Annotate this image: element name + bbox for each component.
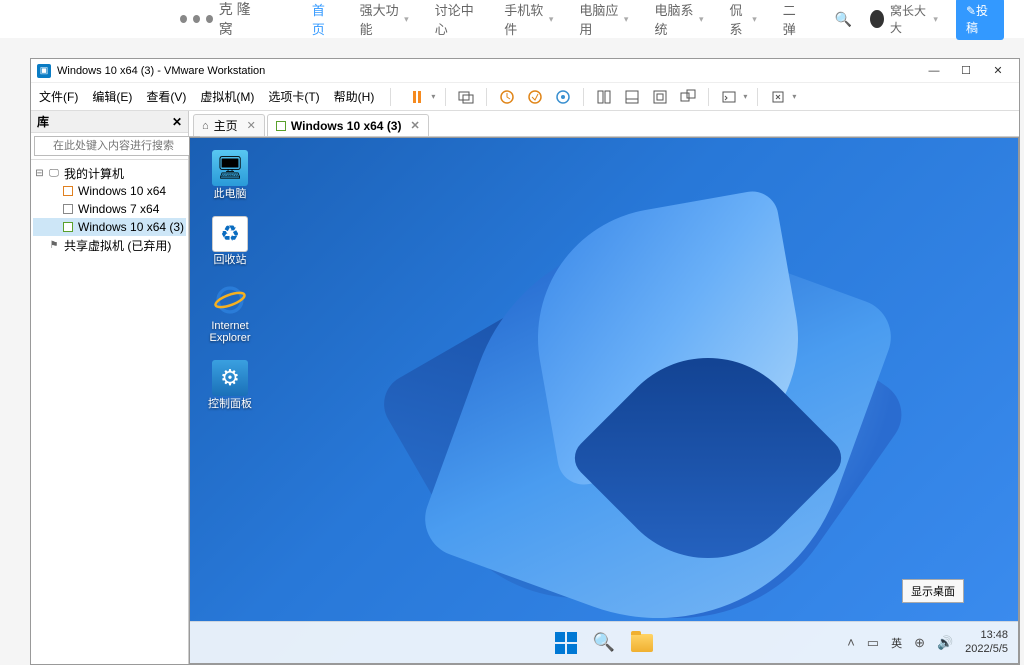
control-panel-icon: ⚙ bbox=[212, 360, 248, 396]
tree-vm-w7[interactable]: Windows 7 x64 bbox=[33, 200, 186, 218]
tab-vm[interactable]: Windows 10 x64 (3) ✕ bbox=[267, 114, 429, 136]
tree-vm-w10b[interactable]: Windows 10 x64 (3) bbox=[33, 218, 186, 236]
minimize-button[interactable]: — bbox=[919, 61, 949, 81]
stretch-button[interactable] bbox=[768, 87, 788, 107]
nav-kan[interactable]: 侃系▾ bbox=[730, 0, 757, 38]
revert-button[interactable] bbox=[525, 87, 545, 107]
manage-button[interactable] bbox=[553, 87, 573, 107]
taskbar-search[interactable]: 🔍 bbox=[590, 629, 618, 657]
titlebar[interactable]: ▣ Windows 10 x64 (3) - VMware Workstatio… bbox=[31, 59, 1019, 83]
unity-button[interactable] bbox=[678, 87, 698, 107]
site-nav: 首页 强大功能▾ 讨论中心 手机软件▾ 电脑应用▾ 电脑系统▾ 侃系▾ 二弹 bbox=[312, 0, 805, 38]
tray-chevron-icon[interactable]: ˄ bbox=[847, 635, 855, 650]
nav-pcsys[interactable]: 电脑系统▾ bbox=[654, 0, 703, 38]
window-title: Windows 10 x64 (3) - VMware Workstation bbox=[57, 65, 265, 77]
library-panel: 库 ✕ 🔍 ▾ ⊟ 🖵 我的计算机 Windows 10 x64 bbox=[31, 111, 189, 664]
desktop-icons: 🖥 此电脑 ♻ 回收站 Internet Explorer ⚙ 控制面板 bbox=[202, 150, 258, 410]
maximize-button[interactable]: ☐ bbox=[951, 61, 981, 81]
avatar-icon bbox=[870, 10, 884, 28]
vm-running-icon bbox=[63, 222, 73, 232]
pause-dropdown[interactable]: ▾ bbox=[431, 92, 435, 101]
folder-icon bbox=[631, 634, 653, 652]
site-logo[interactable]: 克 隆 窝 bbox=[180, 0, 262, 39]
vm-icon bbox=[63, 186, 73, 196]
console-button[interactable] bbox=[719, 87, 739, 107]
nav-er[interactable]: 二弹 bbox=[783, 0, 805, 38]
nav-mobile[interactable]: 手机软件▾ bbox=[504, 0, 553, 38]
ie-icon bbox=[212, 282, 248, 318]
send-keys-button[interactable] bbox=[456, 87, 476, 107]
desktop-icon-thispc[interactable]: 🖥 此电脑 bbox=[202, 150, 258, 200]
show-desktop-tooltip: 显示桌面 bbox=[902, 579, 964, 603]
desktop-icon-ie[interactable]: Internet Explorer bbox=[202, 282, 258, 344]
menu-tabs[interactable]: 选项卡(T) bbox=[268, 88, 319, 105]
tree-shared[interactable]: ⚑ 共享虚拟机 (已弃用) bbox=[33, 236, 186, 254]
tabbar: ⌂ 主页 ✕ Windows 10 x64 (3) ✕ bbox=[189, 111, 1019, 137]
snapshot-button[interactable] bbox=[497, 87, 517, 107]
library-search-input[interactable] bbox=[34, 136, 200, 156]
tree-vm-w10[interactable]: Windows 10 x64 bbox=[33, 182, 186, 200]
thispc-icon: 🖥 bbox=[212, 150, 248, 186]
shared-icon: ⚑ bbox=[47, 239, 61, 251]
home-icon: ⌂ bbox=[202, 120, 209, 132]
view-thumb-button[interactable] bbox=[622, 87, 642, 107]
user-menu[interactable]: 窝长大大▾ bbox=[870, 2, 938, 36]
taskbar-explorer[interactable] bbox=[628, 629, 656, 657]
fullscreen-button[interactable] bbox=[650, 87, 670, 107]
tray-volume-icon[interactable]: 🔊 bbox=[937, 635, 953, 651]
close-button[interactable]: ✕ bbox=[983, 61, 1013, 81]
tray-display-icon[interactable]: ▭ bbox=[867, 635, 879, 651]
nav-forum[interactable]: 讨论中心 bbox=[435, 0, 479, 38]
vm-icon bbox=[63, 204, 73, 214]
stretch-dropdown[interactable]: ▾ bbox=[792, 92, 796, 101]
vmware-window: ▣ Windows 10 x64 (3) - VMware Workstatio… bbox=[30, 58, 1020, 665]
menubar: 文件(F) 编辑(E) 查看(V) 虚拟机(M) 选项卡(T) 帮助(H) ▾ … bbox=[31, 83, 1019, 111]
website-header: 克 隆 窝 首页 强大功能▾ 讨论中心 手机软件▾ 电脑应用▾ 电脑系统▾ 侃系… bbox=[0, 0, 1024, 38]
computer-icon: 🖵 bbox=[47, 167, 61, 179]
vm-running-icon bbox=[276, 121, 286, 131]
guest-desktop[interactable]: 🖥 此电脑 ♻ 回收站 Internet Explorer ⚙ 控制面板 bbox=[189, 137, 1019, 664]
nav-power[interactable]: 强大功能▾ bbox=[360, 0, 409, 38]
post-button[interactable]: ✎投稿 bbox=[956, 0, 1004, 40]
menu-vm[interactable]: 虚拟机(M) bbox=[200, 88, 254, 105]
library-header: 库 ✕ bbox=[31, 111, 188, 133]
pause-button[interactable] bbox=[407, 87, 427, 107]
library-close-button[interactable]: ✕ bbox=[172, 115, 182, 129]
vmware-icon: ▣ bbox=[37, 64, 51, 78]
nav-pcapp[interactable]: 电脑应用▾ bbox=[579, 0, 628, 38]
tray-network-icon[interactable]: ⊕ bbox=[914, 635, 925, 651]
system-tray: ˄ ▭ 英 ⊕ 🔊 13:48 2022/5/5 bbox=[847, 629, 1018, 655]
tab-close-icon[interactable]: ✕ bbox=[410, 119, 419, 132]
tree-mypc[interactable]: ⊟ 🖵 我的计算机 bbox=[33, 164, 186, 182]
collapse-icon[interactable]: ⊟ bbox=[35, 168, 44, 179]
main-area: ⌂ 主页 ✕ Windows 10 x64 (3) ✕ bbox=[189, 111, 1019, 664]
recycle-icon: ♻ bbox=[212, 216, 248, 252]
tray-clock[interactable]: 13:48 2022/5/5 bbox=[965, 629, 1008, 655]
windows-logo-icon bbox=[555, 632, 577, 654]
tab-close-icon[interactable]: ✕ bbox=[247, 119, 256, 132]
desktop-icon-ctrl[interactable]: ⚙ 控制面板 bbox=[202, 360, 258, 410]
vm-tree: ⊟ 🖵 我的计算机 Windows 10 x64 Windows 7 x64 W… bbox=[31, 160, 188, 258]
nav-home[interactable]: 首页 bbox=[312, 0, 334, 38]
wallpaper-bloom bbox=[388, 178, 948, 664]
tray-lang1[interactable]: 英 bbox=[891, 635, 902, 651]
menu-view[interactable]: 查看(V) bbox=[146, 88, 186, 105]
menu-edit[interactable]: 编辑(E) bbox=[92, 88, 132, 105]
taskbar: 🔍 ˄ ▭ 英 ⊕ 🔊 13:48 2022/5/5 bbox=[190, 621, 1018, 663]
console-dropdown[interactable]: ▾ bbox=[743, 92, 747, 101]
menu-file[interactable]: 文件(F) bbox=[39, 88, 78, 105]
start-button[interactable] bbox=[552, 629, 580, 657]
desktop-icon-recycle[interactable]: ♻ 回收站 bbox=[202, 216, 258, 266]
view-single-button[interactable] bbox=[594, 87, 614, 107]
menu-help[interactable]: 帮助(H) bbox=[334, 88, 375, 105]
search-icon[interactable]: 🔍 bbox=[835, 11, 852, 28]
tab-home[interactable]: ⌂ 主页 ✕ bbox=[193, 114, 265, 136]
